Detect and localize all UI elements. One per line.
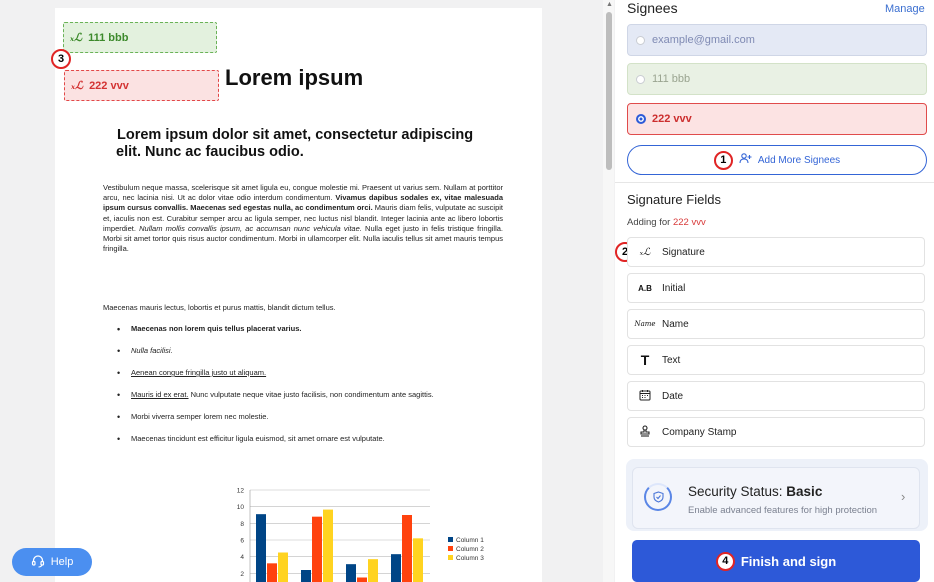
chart-legend-label: Column 3 xyxy=(456,555,484,562)
initial-icon: A.B xyxy=(638,283,652,293)
manage-link[interactable]: Manage xyxy=(885,3,925,15)
chart-bar xyxy=(278,552,288,582)
list-item: Aenean congue fringilla justo ut aliquam… xyxy=(117,368,507,378)
chart-bar xyxy=(402,515,412,582)
radio-selected-icon[interactable] xyxy=(636,114,646,124)
field-label: Signature xyxy=(662,246,705,258)
document-paragraph: Vestibulum neque massa, scelerisque sit … xyxy=(103,183,503,254)
chart-legend-swatch xyxy=(448,537,453,542)
stamp-icon xyxy=(632,425,658,439)
chart-legend-swatch xyxy=(448,555,453,560)
chart-bar xyxy=(267,563,277,582)
field-text[interactable]: T Text xyxy=(627,345,925,375)
chart-bar xyxy=(368,559,378,582)
signature-field-222-vvv[interactable]: ₓℒ 222 vvv xyxy=(64,70,219,101)
step-marker-3: 3 xyxy=(51,49,71,69)
list-item: Maecenas non lorem quis tellus placerat … xyxy=(117,324,507,334)
list-item: Maecenas tincidunt est efficitur ligula … xyxy=(117,434,507,444)
radio-icon[interactable] xyxy=(636,74,645,84)
help-label: Help xyxy=(50,556,74,568)
name-icon: Name xyxy=(634,320,656,328)
security-status-text: Security Status: Basic xyxy=(688,484,823,499)
scroll-up-arrow-icon[interactable]: ▲ xyxy=(606,1,613,8)
document-bullet-list: Maecenas non lorem quis tellus placerat … xyxy=(117,324,507,456)
step-marker-4: 4 xyxy=(715,551,735,571)
chart-y-tick-label: 4 xyxy=(240,554,244,561)
chevron-right-icon[interactable]: › xyxy=(901,489,905,504)
chart-bar xyxy=(357,577,367,582)
headset-icon xyxy=(31,554,45,571)
calendar-icon xyxy=(632,389,658,403)
bar-chart: 12 10 8 6 4 2 Column 1 Column 2 Column 3 xyxy=(237,488,484,582)
chart-bar xyxy=(346,564,356,582)
chart-y-tick-label: 12 xyxy=(237,488,245,495)
chart-bar xyxy=(413,538,423,582)
field-label: Company Stamp xyxy=(662,426,737,438)
chart-y-tick-label: 8 xyxy=(240,521,244,528)
add-user-icon xyxy=(739,153,752,167)
field-label: Name xyxy=(662,318,689,330)
signature-icon: ₓℒ xyxy=(71,79,84,92)
finish-and-sign-button[interactable]: 4 Finish and sign xyxy=(632,540,920,582)
finish-and-sign-label: Finish and sign xyxy=(740,553,837,569)
divider xyxy=(615,182,934,183)
shield-icon xyxy=(644,483,672,511)
chart-legend-label: Column 2 xyxy=(456,546,484,553)
signee-option-222-vvv[interactable]: 222 vvv xyxy=(627,103,927,135)
field-initial[interactable]: A.B Initial xyxy=(627,273,925,303)
list-item: Nulla facilisi. xyxy=(117,346,507,356)
signature-field-label: 222 vvv xyxy=(89,79,129,92)
signature-field-label: 111 bbb xyxy=(88,31,129,44)
signature-field-111-bbb[interactable]: ₓℒ 111 bbb xyxy=(63,22,217,53)
text-icon: T xyxy=(640,352,650,368)
field-date[interactable]: Date xyxy=(627,381,925,411)
security-description: Enable advanced features for high protec… xyxy=(688,505,878,516)
step-marker-1: 1 xyxy=(713,150,733,170)
chart-bar xyxy=(323,509,333,582)
signee-label: 111 bbb xyxy=(652,73,691,85)
chart-legend-swatch xyxy=(448,546,453,551)
signee-label: example@gmail.com xyxy=(652,34,755,46)
chart-y-tick-label: 2 xyxy=(240,571,244,578)
field-label: Text xyxy=(662,354,681,366)
field-name[interactable]: Name Name xyxy=(627,309,925,339)
signee-label: 222 vvv xyxy=(652,113,692,125)
document-title: Lorem ipsum xyxy=(225,65,364,90)
signature-fields-title: Signature Fields xyxy=(627,192,721,207)
adding-for-label: Adding for 222 vvv xyxy=(627,217,706,228)
field-company-stamp[interactable]: Company Stamp xyxy=(627,417,925,447)
document-heading: Lorem ipsum dolor sit amet, consectetur … xyxy=(116,127,474,160)
chart-bar xyxy=(312,516,322,582)
add-more-signees-label: Add More Signees xyxy=(757,154,841,166)
signees-title: Signees xyxy=(627,0,678,16)
field-label: Date xyxy=(662,390,684,402)
chart-y-tick-label: 10 xyxy=(237,504,245,511)
signature-icon: ₓℒ xyxy=(639,246,651,258)
radio-icon[interactable] xyxy=(636,35,645,45)
signee-option-111-bbb[interactable]: 111 bbb xyxy=(627,63,927,95)
document-paragraph: Maecenas mauris lectus, lobortis et puru… xyxy=(103,303,336,312)
add-more-signees-button[interactable]: 1 Add More Signees xyxy=(627,145,927,175)
help-button[interactable]: Help xyxy=(12,548,92,576)
field-label: Initial xyxy=(662,282,686,294)
scrollbar-thumb[interactable] xyxy=(606,12,612,170)
list-item: Mauris id ex erat. Nunc vulputate neque … xyxy=(117,390,507,400)
chart-bar xyxy=(256,514,266,582)
chart-legend-label: Column 1 xyxy=(456,537,484,544)
signee-option-email[interactable]: example@gmail.com xyxy=(627,24,927,56)
chart-bar xyxy=(391,554,401,582)
document-page: ₓℒ 111 bbb ₓℒ 222 vvv Lorem ipsum Lorem … xyxy=(55,8,542,582)
field-signature[interactable]: ₓℒ Signature xyxy=(627,237,925,267)
chart-y-tick-label: 6 xyxy=(240,538,244,545)
chart-bar xyxy=(301,570,311,582)
signature-icon: ₓℒ xyxy=(70,31,83,44)
list-item: Morbi viverra semper lorem nec molestie. xyxy=(117,412,507,422)
